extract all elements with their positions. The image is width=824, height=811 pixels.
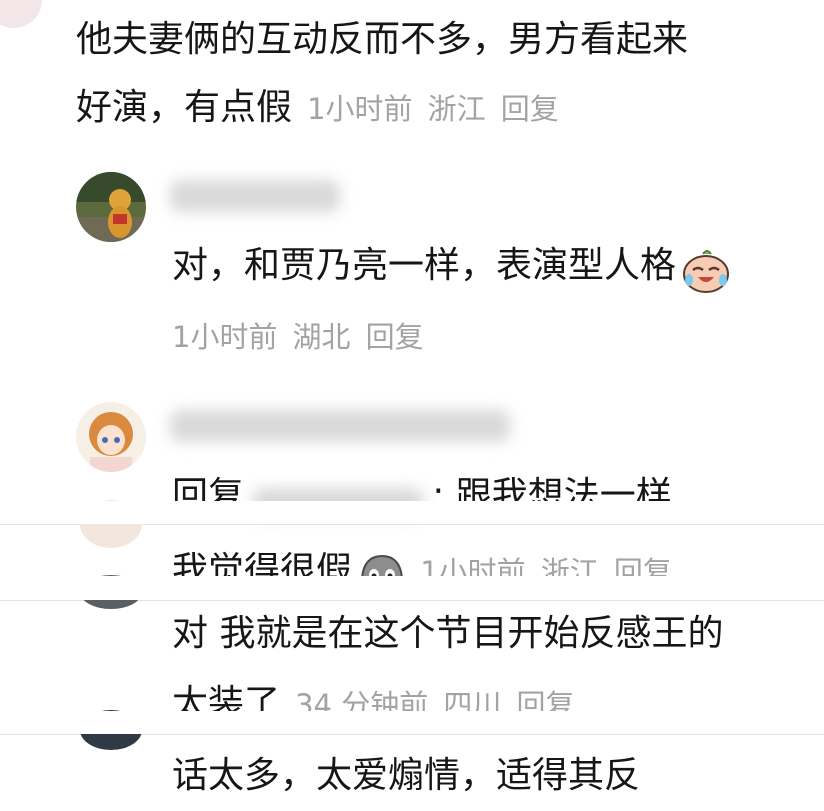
comment-time: 1小时前 [172, 320, 278, 354]
comment-time: 1小时前 [307, 92, 413, 126]
comment-line: 对，和贾乃亮一样，表演型人格 [172, 246, 731, 298]
avatar[interactable] [0, 0, 42, 28]
comment-text: 他夫妻俩的互动反而不多，男方看起来 [76, 19, 689, 60]
comment-text: 对，和贾乃亮一样，表演型人格 [172, 245, 677, 286]
comment-text: 话太多，太爱煽情，适得其反 [172, 755, 641, 796]
avatar-anime-image [76, 402, 146, 472]
avatar-bear-image [76, 172, 146, 242]
avatar[interactable] [76, 172, 146, 242]
crying-laughing-face-icon [681, 248, 731, 298]
comment-text-cont: 好演，有点假 [76, 87, 293, 128]
comment-location: 湖北 [292, 320, 351, 354]
comment-meta: 1小时前 湖北 回复 [172, 314, 424, 356]
comment-location: 浙江 [427, 92, 486, 126]
blurred-username [170, 410, 510, 442]
reply-button[interactable]: 回复 [501, 92, 559, 126]
avatar[interactable] [76, 402, 146, 472]
comment-line: 好演，有点假 1小时前 浙江 回复 [76, 86, 559, 128]
reply-button[interactable]: 回复 [366, 320, 424, 354]
blurred-username [170, 180, 340, 212]
comment-text: 对 我就是在这个节目开始反感王的 [172, 613, 724, 654]
